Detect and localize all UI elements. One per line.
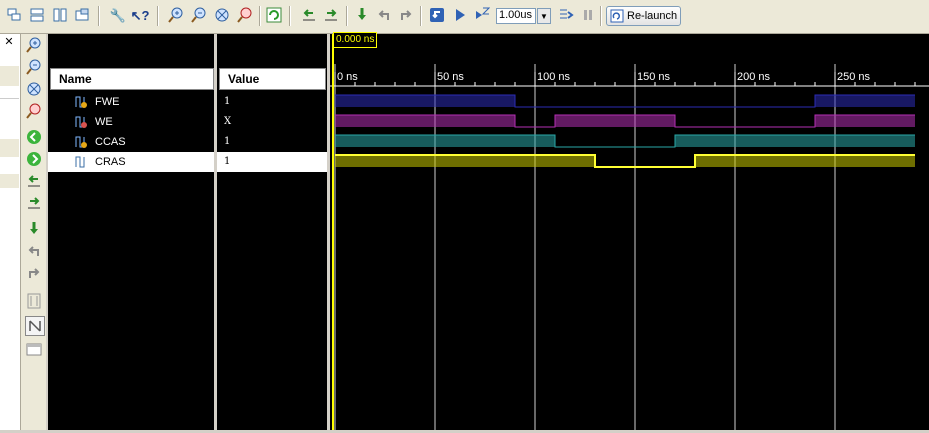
relaunch-button[interactable]: Re-launch <box>606 6 681 26</box>
run-for-time-icon[interactable] <box>473 6 491 24</box>
signal-input-icon <box>74 135 88 149</box>
tile-vertical-icon[interactable] <box>51 6 69 24</box>
value-row: 1 <box>217 132 327 152</box>
signal-input-icon <box>74 115 88 129</box>
waveform-high-segment <box>695 155 915 167</box>
waveform-high-segment <box>675 135 915 147</box>
signal-row[interactable]: CCAS <box>48 132 214 152</box>
step-icon[interactable] <box>557 6 575 24</box>
waveform-high-segment <box>335 95 515 107</box>
restart-icon[interactable] <box>428 6 446 24</box>
float-window-icon[interactable] <box>73 6 91 24</box>
zoom-in-icon[interactable] <box>25 36 43 54</box>
redo-icon[interactable] <box>25 264 43 282</box>
value-row: 1 <box>217 152 327 172</box>
zoom-out-icon[interactable] <box>25 58 43 76</box>
zoom-out-icon[interactable] <box>190 6 208 24</box>
tile-horizontal-icon[interactable] <box>28 6 46 24</box>
signal-name: CCAS <box>95 136 126 148</box>
goto-previous-marker-icon[interactable] <box>25 172 43 190</box>
zoom-cursor-icon[interactable] <box>236 6 254 24</box>
redo-icon[interactable] <box>397 6 415 24</box>
cascade-windows-icon[interactable] <box>5 6 23 24</box>
panel-tab[interactable] <box>0 139 19 157</box>
refresh-icon[interactable] <box>265 6 283 24</box>
snap-to-transition-icon[interactable] <box>25 316 45 336</box>
main-toolbar: 🔧 ↖? 1.00us ▼ Re-launch <box>0 0 929 34</box>
signal-name: WE <box>95 116 113 128</box>
add-marker-icon[interactable] <box>353 6 371 24</box>
time-tick-label: 200 ns <box>737 71 771 83</box>
undo-icon[interactable] <box>375 6 393 24</box>
zoom-cursor-icon[interactable] <box>25 102 43 120</box>
time-tick-label: 100 ns <box>537 71 571 83</box>
zoom-fit-icon[interactable] <box>213 6 231 24</box>
signal-value: 1 <box>224 156 231 167</box>
wrench-icon[interactable]: 🔧 <box>109 6 127 24</box>
value-column-header[interactable]: Value <box>219 68 326 90</box>
goto-next-marker-icon[interactable] <box>25 194 43 212</box>
waveform-high-segment <box>555 115 675 127</box>
signal-output-icon <box>74 155 88 169</box>
cursor-time-label: 0.000 ns <box>333 32 378 48</box>
waveform-high-segment <box>335 155 595 167</box>
waveform-high-segment <box>815 95 915 107</box>
zoom-in-icon[interactable] <box>167 6 185 24</box>
signal-values-panel: 1 X 1 1 <box>217 34 327 430</box>
waveform-high-segment <box>335 115 515 127</box>
run-all-icon[interactable] <box>451 6 469 24</box>
close-icon[interactable]: ✕ <box>2 35 16 49</box>
panel-tab[interactable] <box>0 174 19 188</box>
value-row: X <box>217 112 327 132</box>
signal-value: X <box>224 116 232 127</box>
signal-row[interactable]: WE <box>48 112 214 132</box>
float-panel-icon[interactable] <box>25 340 43 358</box>
signal-row[interactable]: FWE <box>48 92 214 112</box>
waveform-area[interactable]: 0 ns 50 ns 100 ns 150 ns 200 ns 250 ns <box>330 34 929 430</box>
zoom-fit-icon[interactable] <box>25 80 43 98</box>
goto-previous-marker-icon[interactable] <box>300 6 318 24</box>
value-row: 1 <box>217 92 327 112</box>
goto-start-icon[interactable] <box>25 128 43 146</box>
goto-next-marker-icon[interactable] <box>322 6 340 24</box>
goto-end-icon[interactable] <box>25 150 43 168</box>
signal-name: CRAS <box>95 156 126 168</box>
signal-value: 1 <box>224 136 231 147</box>
signal-row[interactable]: CRAS <box>48 152 214 172</box>
run-time-input[interactable]: 1.00us <box>496 8 536 24</box>
pause-icon[interactable] <box>579 6 597 24</box>
time-tick-label: 250 ns <box>837 71 871 83</box>
relaunch-icon <box>610 9 624 23</box>
signal-names-panel: FWE WE CCAS CRAS <box>48 34 214 430</box>
signal-input-icon <box>74 95 88 109</box>
time-tick-label: 0 ns <box>337 71 358 83</box>
add-marker-icon[interactable] <box>25 220 43 238</box>
relaunch-label: Re-launch <box>627 10 678 22</box>
signal-name: FWE <box>95 96 120 108</box>
signal-value: 1 <box>224 96 231 107</box>
time-tick-label: 50 ns <box>437 71 464 83</box>
name-column-header[interactable]: Name <box>50 68 214 90</box>
time-tick-label: 150 ns <box>637 71 671 83</box>
left-panel-strip: ✕ <box>0 34 21 430</box>
waveform-side-toolbar <box>21 34 46 430</box>
waveform-high-segment <box>815 115 915 127</box>
waveform-canvas[interactable]: 0 ns 50 ns 100 ns 150 ns 200 ns 250 ns <box>330 34 929 430</box>
chevron-down-icon[interactable]: ▼ <box>537 8 551 24</box>
context-help-icon[interactable]: ↖? <box>131 6 150 24</box>
undo-icon[interactable] <box>25 242 43 260</box>
swap-cursors-icon[interactable] <box>25 292 43 310</box>
waveform-high-segment <box>335 135 555 147</box>
panel-tab[interactable] <box>0 66 19 86</box>
